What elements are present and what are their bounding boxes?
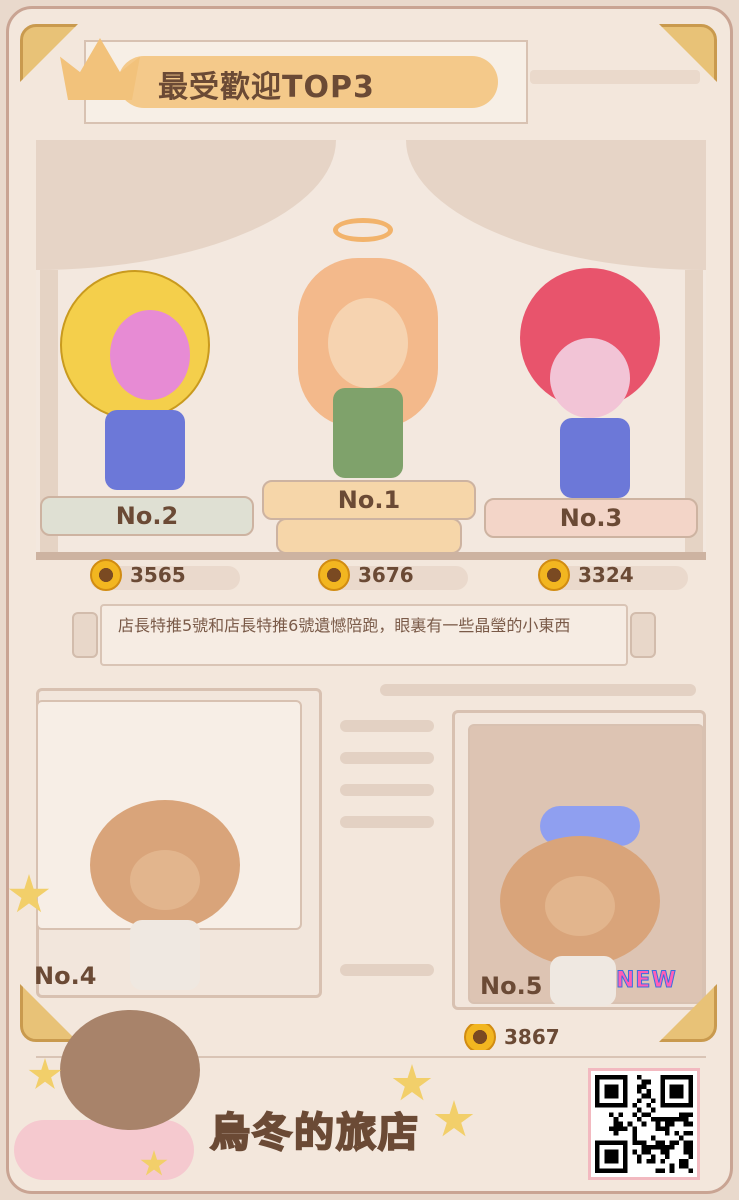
scroll-end-right — [630, 612, 656, 658]
decor-line — [340, 784, 434, 796]
sunflower-icon — [538, 559, 570, 591]
character-no2 — [60, 270, 220, 500]
stage-floor — [36, 552, 706, 560]
rank-label: No.2 — [115, 502, 179, 530]
scroll-end-left — [72, 612, 98, 658]
character-no3 — [520, 268, 670, 498]
podium-no1-base — [276, 518, 462, 554]
podium-no3: No.3 — [484, 498, 698, 538]
new-badge: NEW — [616, 968, 677, 994]
note-text: 店長特推5號和店長特推6號遺憾陪跑，眼裏有一些晶瑩的小東西 — [100, 604, 628, 666]
header-divider — [530, 70, 700, 84]
rank-label: No.3 — [559, 504, 623, 532]
cloud-decoration — [14, 1120, 194, 1180]
podium-no1: No.1 — [262, 480, 476, 520]
decor-line — [340, 752, 434, 764]
character-no1 — [278, 218, 458, 488]
sunflower-icon — [90, 559, 122, 591]
sunflower-icon — [318, 559, 350, 591]
rank-label-no4: No.4 — [34, 962, 97, 990]
score-no5-partial: 3867 — [464, 1024, 560, 1050]
page-title: 最受歡迎TOP3 — [158, 70, 375, 105]
decor-line — [380, 684, 696, 696]
score-value: 3565 — [130, 563, 186, 587]
qr-code[interactable] — [588, 1068, 700, 1180]
score-value: 3324 — [578, 563, 634, 587]
rank-label: No.1 — [337, 486, 401, 514]
podium-no2: No.2 — [40, 496, 254, 536]
character-no4 — [90, 800, 250, 990]
score-value: 3676 — [358, 563, 414, 587]
score-no3: 3324 — [538, 559, 634, 591]
decor-line — [340, 964, 434, 976]
score-value: 3867 — [504, 1025, 560, 1049]
decor-line — [340, 720, 434, 732]
sunflower-icon — [464, 1024, 496, 1050]
decor-line — [340, 816, 434, 828]
sleeping-dog-mascot — [60, 1010, 200, 1130]
score-no1: 3676 — [318, 559, 414, 591]
logo: 烏冬的旅店 — [209, 1109, 420, 1157]
rank-label-no5: No.5 — [480, 972, 543, 1000]
score-no2: 3565 — [90, 559, 186, 591]
